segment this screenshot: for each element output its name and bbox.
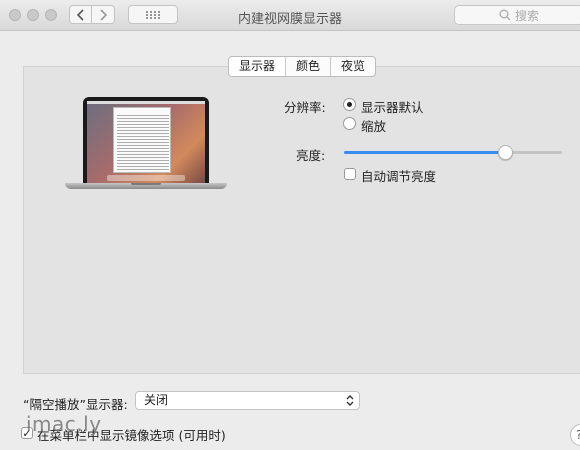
laptop-display	[87, 101, 205, 183]
tab-bar: 显示器 颜色 夜览	[228, 56, 377, 77]
search-placeholder: 搜索	[514, 8, 539, 23]
help-button[interactable]: ?	[570, 424, 580, 446]
tab-night-shift[interactable]: 夜览	[330, 57, 375, 76]
auto-brightness-label[interactable]: 自动调节亮度	[361, 166, 436, 185]
laptop-screen	[83, 97, 209, 183]
tab-display[interactable]: 显示器	[229, 57, 286, 76]
watermark-logo: imac.ly	[26, 412, 102, 436]
dock	[107, 175, 185, 181]
title-bar: 内建视网膜显示器 搜索	[0, 0, 580, 31]
airplay-label: “隔空播放”显示器:	[23, 397, 128, 412]
document-window	[113, 107, 171, 173]
airplay-display-select[interactable]: 关闭	[135, 391, 360, 410]
laptop-illustration	[65, 97, 227, 195]
search-field[interactable]: 搜索	[454, 5, 580, 25]
resolution-scaled-radio[interactable]	[343, 117, 356, 130]
brightness-slider-track[interactable]	[344, 151, 562, 154]
resolution-scaled-label[interactable]: 缩放	[361, 116, 386, 135]
brightness-label: 亮度:	[296, 148, 326, 163]
brightness-slider-fill	[344, 151, 506, 154]
search-icon	[499, 9, 511, 21]
auto-brightness-checkbox[interactable]	[344, 168, 356, 180]
resolution-default-label[interactable]: 显示器默认	[361, 97, 424, 116]
resolution-label: 分辨率:	[284, 100, 326, 115]
tab-color[interactable]: 颜色	[285, 57, 330, 76]
brightness-slider-knob[interactable]	[497, 145, 513, 160]
chevron-updown-icon	[346, 395, 354, 406]
resolution-default-radio[interactable]	[343, 98, 356, 111]
airplay-selected-value: 关闭	[144, 393, 169, 407]
